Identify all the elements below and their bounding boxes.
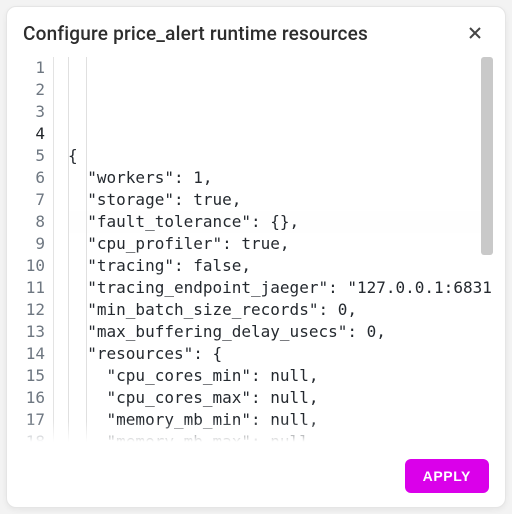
dialog-title: Configure price_alert runtime resources (23, 22, 368, 45)
code-line[interactable]: "resources": { (68, 343, 493, 365)
line-number: 16 (23, 387, 45, 409)
line-number: 14 (23, 343, 45, 365)
line-number: 17 (23, 409, 45, 431)
line-number: 1 (23, 57, 45, 79)
code-line[interactable]: "min_batch_size_records": 0, (68, 299, 493, 321)
code-line[interactable]: "max_buffering_delay_usecs": 0, (68, 321, 493, 343)
line-number: 2 (23, 79, 45, 101)
code-line[interactable]: "fault_tolerance": {}, (68, 211, 493, 233)
code-editor[interactable]: 123456789101112131415161718 { "workers":… (19, 57, 493, 447)
line-number: 10 (23, 255, 45, 277)
line-number: 15 (23, 365, 45, 387)
close-button[interactable] (461, 19, 489, 47)
code-area[interactable]: { "workers": 1, "storage": true, "fault_… (53, 57, 493, 447)
line-number: 18 (23, 431, 45, 447)
line-number: 7 (23, 189, 45, 211)
code-line[interactable]: "cpu_profiler": true, (68, 233, 493, 255)
code-line[interactable]: "cpu_cores_min": null, (68, 365, 493, 387)
line-number: 4 (23, 123, 45, 145)
line-number: 9 (23, 233, 45, 255)
line-number: 8 (23, 211, 45, 233)
code-line[interactable]: "tracing": false, (68, 255, 493, 277)
code-line[interactable]: "memory_mb_min": null, (68, 409, 493, 431)
code-line[interactable]: "memory_mb_max": null, (68, 431, 493, 447)
dialog-header: Configure price_alert runtime resources (7, 7, 505, 57)
config-dialog: Configure price_alert runtime resources … (6, 6, 506, 508)
line-number: 6 (23, 167, 45, 189)
line-number-gutter: 123456789101112131415161718 (19, 57, 53, 447)
vertical-scrollbar[interactable] (481, 57, 493, 255)
code-line[interactable]: "tracing_endpoint_jaeger": "127.0.0.1:68… (68, 277, 493, 299)
code-line[interactable]: "cpu_cores_max": null, (68, 387, 493, 409)
code-line[interactable]: "workers": 1, (68, 167, 493, 189)
code-line[interactable]: { (68, 145, 493, 167)
apply-button[interactable]: APPLY (405, 459, 489, 493)
line-number: 11 (23, 277, 45, 299)
line-number: 12 (23, 299, 45, 321)
close-icon (467, 25, 483, 41)
line-number: 5 (23, 145, 45, 167)
dialog-footer: APPLY (7, 447, 505, 507)
code-line[interactable]: "storage": true, (68, 189, 493, 211)
line-number: 3 (23, 101, 45, 123)
line-number: 13 (23, 321, 45, 343)
